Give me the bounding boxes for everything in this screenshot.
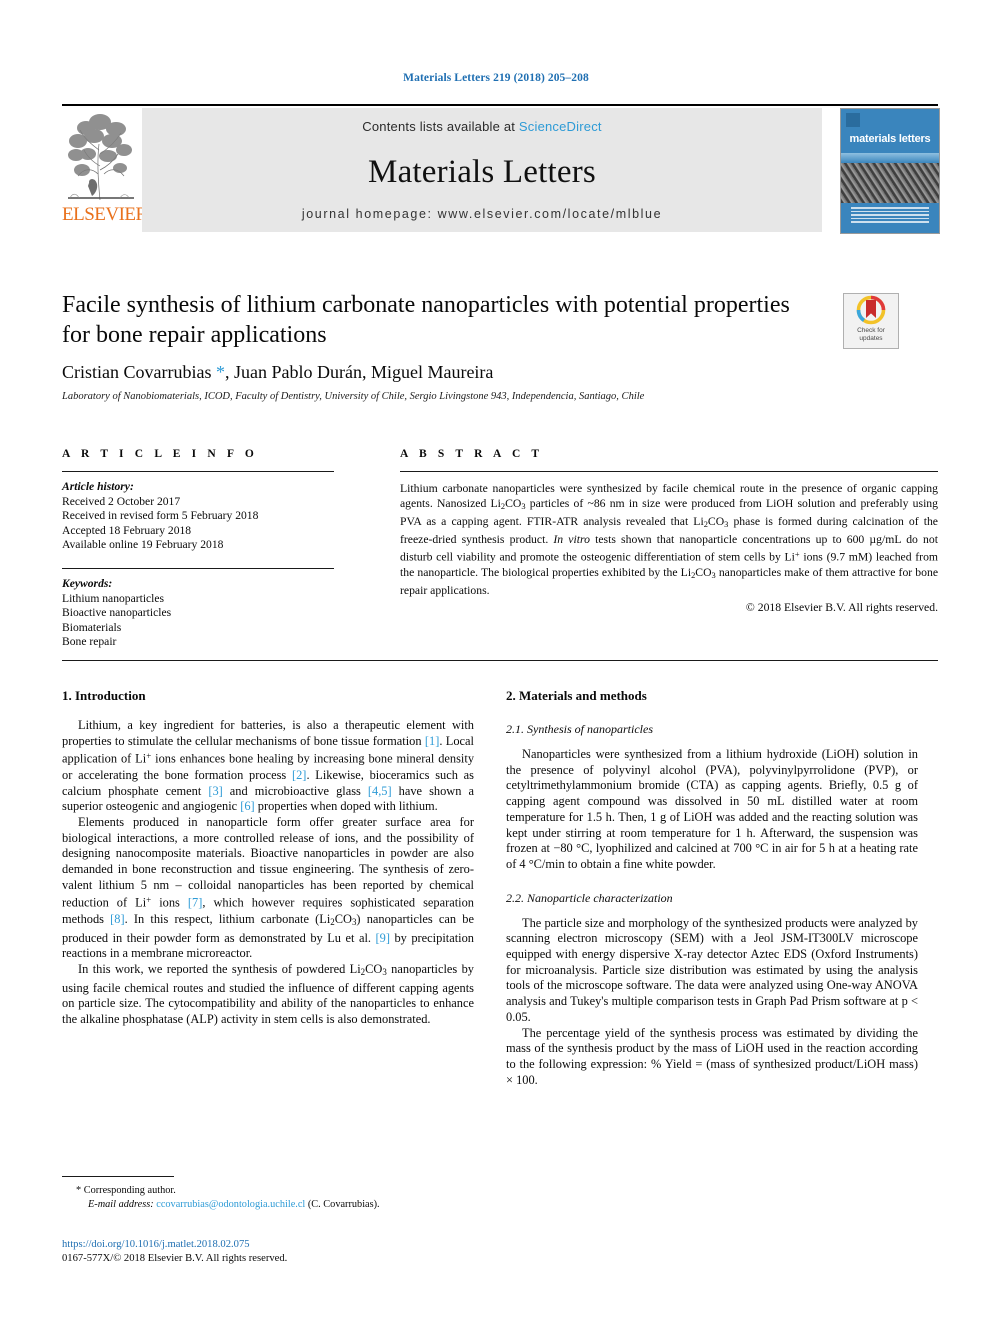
citation-ref[interactable]: [8]	[110, 912, 124, 926]
citation-ref[interactable]: [6]	[240, 799, 254, 813]
abstract-heading: A B S T R A C T	[400, 448, 544, 460]
crossmark-badge[interactable]: Check for updates	[843, 293, 899, 349]
journal-homepage-link[interactable]: journal homepage: www.elsevier.com/locat…	[142, 207, 822, 221]
paragraph: In this work, we reported the synthesis …	[62, 961, 474, 1027]
cover-journal-name: materials letters	[849, 133, 931, 145]
author-primary: Cristian Covarrubias	[62, 362, 216, 382]
cover-elsevier-mark	[846, 113, 860, 127]
article-info-column: A R T I C L E I N F O Article history: R…	[62, 448, 334, 650]
paragraph: Nanoparticles were synthesized from a li…	[506, 747, 918, 871]
footnote-rule	[62, 1176, 174, 1177]
page-title: Facile synthesis of lithium carbonate na…	[62, 292, 790, 348]
abstract-rule	[400, 471, 938, 472]
doi-link[interactable]: https://doi.org/10.1016/j.matlet.2018.02…	[62, 1238, 474, 1252]
paragraph: Lithium, a key ingredient for batteries,…	[62, 718, 475, 814]
paragraph: Elements produced in nanoparticle form o…	[62, 814, 475, 961]
elsevier-tree-icon	[64, 110, 138, 204]
running-head: Materials Letters 219 (2018) 205–208	[403, 72, 589, 84]
history-item: Received 2 October 2017	[62, 494, 181, 508]
crossmark-icon	[856, 295, 886, 325]
masthead-top-rule	[62, 104, 938, 106]
abstract-column: A B S T R A C T Lithium carbonate nanopa…	[400, 448, 938, 614]
paragraph: The particle size and morphology of the …	[506, 915, 918, 1024]
footer-identifiers: https://doi.org/10.1016/j.matlet.2018.02…	[62, 1238, 474, 1266]
cover-text-lines	[851, 207, 929, 225]
author-rest: , Juan Pablo Durán, Miguel Maureira	[224, 362, 494, 382]
keyword-item: Bone repair	[62, 635, 117, 649]
citation-ref[interactable]: [9]	[376, 931, 390, 945]
citation-ref[interactable]: [2]	[292, 768, 306, 782]
contents-prefix: Contents lists available at	[362, 119, 519, 134]
citation-ref[interactable]: [3]	[208, 784, 222, 798]
elsevier-logo: ELSEVIER	[62, 108, 148, 232]
article-history-label: Article history:	[62, 480, 134, 493]
contents-lists-line: Contents lists available at ScienceDirec…	[142, 119, 822, 134]
body-separator-rule	[62, 660, 938, 661]
paragraph: The percentage yield of the synthesis pr…	[506, 1025, 918, 1087]
footnote-block: * Corresponding author. E-mail address: …	[62, 1176, 474, 1211]
issn-copyright-line: 0167-577X/© 2018 Elsevier B.V. All right…	[62, 1253, 288, 1264]
author-list: Cristian Covarrubias *, Juan Pablo Durán…	[62, 362, 938, 383]
history-item: Available online 19 February 2018	[62, 538, 224, 552]
subsection-heading-characterization: 2.2. Nanoparticle characterization	[506, 890, 673, 905]
subsection-heading-synthesis: 2.1. Synthesis of nanoparticles	[506, 722, 653, 736]
elsevier-wordmark: ELSEVIER	[62, 204, 148, 225]
cover-sem-image	[841, 163, 939, 203]
keyword-item: Biomaterials	[62, 620, 122, 634]
history-item: Received in revised form 5 February 2018	[62, 509, 259, 523]
section-heading-introduction: 1. Introduction	[62, 688, 146, 703]
email-link[interactable]: ccovarrubias@odontologia.uchile.cl	[156, 1199, 305, 1210]
masthead-panel: Contents lists available at ScienceDirec…	[142, 108, 822, 232]
article-info-heading: A R T I C L E I N F O	[62, 448, 258, 460]
article-info-rule	[62, 471, 334, 472]
section-heading-materials: 2. Materials and methods	[506, 688, 647, 703]
crossmark-label-line2: updates	[859, 335, 883, 342]
corresponding-text: Corresponding author.	[83, 1185, 176, 1196]
keywords-label: Keywords:	[62, 576, 113, 590]
journal-masthead: ELSEVIER Contents lists available at Sci…	[62, 104, 940, 234]
sciencedirect-link[interactable]: ScienceDirect	[519, 119, 602, 134]
citation-ref[interactable]: [1]	[425, 734, 439, 748]
crossmark-label-line1: Check for	[857, 327, 885, 334]
journal-cover-thumbnail: materials letters	[840, 108, 940, 234]
corresponding-author-marker[interactable]: *	[216, 362, 225, 382]
email-note: E-mail address: ccovarrubias@odontologia…	[62, 1198, 474, 1212]
corresponding-author-note: * Corresponding author.	[62, 1184, 474, 1198]
journal-title: Materials Letters	[368, 154, 596, 190]
email-label: E-mail address:	[88, 1198, 154, 1210]
article-history: Article history: Received 2 October 2017…	[62, 480, 334, 553]
keywords-rule	[62, 567, 334, 569]
corresponding-marker: *	[76, 1185, 82, 1196]
paper-page: Materials Letters 219 (2018) 205–208 ELS…	[0, 0, 992, 1323]
history-item: Accepted 18 February 2018	[62, 523, 192, 537]
crossmark-label: Check for updates	[844, 327, 898, 343]
keyword-item: Lithium nanoparticles	[62, 591, 165, 605]
keyword-item: Bioactive nanoparticles	[62, 606, 172, 620]
abstract-text: Lithium carbonate nanoparticles were syn…	[400, 482, 939, 597]
body-column-left: 1. Introduction Lithium, a key ingredien…	[62, 688, 474, 1028]
keywords-block: Keywords: Lithium nanoparticles Bioactiv…	[62, 577, 334, 650]
cover-gradient-band	[841, 153, 939, 163]
email-suffix: (C. Covarrubias).	[307, 1198, 380, 1210]
abstract-copyright: © 2018 Elsevier B.V. All rights reserved…	[745, 600, 938, 614]
body-column-right: 2. Materials and methods 2.1. Synthesis …	[506, 688, 918, 1088]
citation-ref[interactable]: [7]	[188, 896, 202, 910]
affiliation: Laboratory of Nanobiomaterials, ICOD, Fa…	[62, 391, 645, 402]
citation-ref[interactable]: [4,5]	[368, 784, 392, 798]
